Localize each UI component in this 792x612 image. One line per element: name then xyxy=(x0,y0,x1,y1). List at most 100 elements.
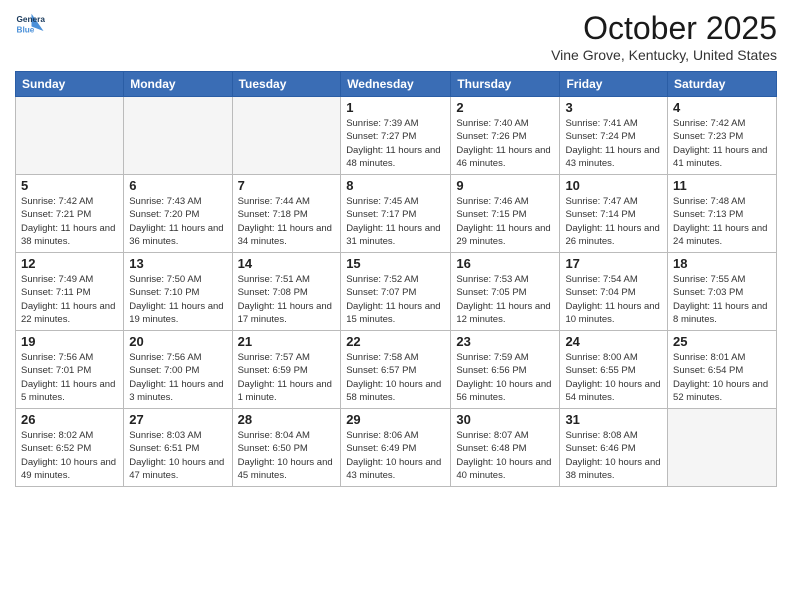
day-number: 19 xyxy=(21,334,118,349)
calendar-day-cell: 29 Sunrise: 8:06 AM Sunset: 6:49 PM Dayli… xyxy=(341,409,451,487)
day-info: Sunrise: 7:54 AM Sunset: 7:04 PM Dayligh… xyxy=(565,273,662,326)
day-number: 24 xyxy=(565,334,662,349)
weekday-header: Thursday xyxy=(451,72,560,97)
day-number: 29 xyxy=(346,412,445,427)
weekday-header: Wednesday xyxy=(341,72,451,97)
day-info: Sunrise: 7:52 AM Sunset: 7:07 PM Dayligh… xyxy=(346,273,445,326)
calendar-day-cell xyxy=(668,409,777,487)
calendar-day-cell: 6Sunrise: 7:43 AM Sunset: 7:20 PM Daylig… xyxy=(124,175,232,253)
day-number: 8 xyxy=(346,178,445,193)
weekday-header-row: SundayMondayTuesdayWednesdayThursdayFrid… xyxy=(16,72,777,97)
day-info: Sunrise: 8:04 AM Sunset: 6:50 PM Dayligh… xyxy=(238,429,336,482)
day-info: Sunrise: 8:03 AM Sunset: 6:51 PM Dayligh… xyxy=(129,429,226,482)
logo-icon: General Blue xyxy=(15,10,45,40)
calendar-day-cell: 31 Sunrise: 8:08 AM Sunset: 6:46 PM Dayli… xyxy=(560,409,668,487)
calendar-day-cell: 3 Sunrise: 7:41 AM Sunset: 7:24 PM Daylig… xyxy=(560,97,668,175)
calendar-day-cell: 25 Sunrise: 8:01 AM Sunset: 6:54 PM Dayli… xyxy=(668,331,777,409)
month-title: October 2025 xyxy=(551,10,777,47)
weekday-header: Saturday xyxy=(668,72,777,97)
day-info: Sunrise: 7:59 AM Sunset: 6:56 PM Dayligh… xyxy=(456,351,554,404)
day-info: Sunrise: 7:49 AM Sunset: 7:11 PM Dayligh… xyxy=(21,273,118,326)
calendar-table: SundayMondayTuesdayWednesdayThursdayFrid… xyxy=(15,71,777,487)
calendar-day-cell: 18Sunrise: 7:55 AM Sunset: 7:03 PM Dayli… xyxy=(668,253,777,331)
day-info: Sunrise: 8:08 AM Sunset: 6:46 PM Dayligh… xyxy=(565,429,662,482)
calendar-day-cell: 8 Sunrise: 7:45 AM Sunset: 7:17 PM Daylig… xyxy=(341,175,451,253)
calendar-day-cell: 13 Sunrise: 7:50 AM Sunset: 7:10 PM Dayli… xyxy=(124,253,232,331)
day-info: Sunrise: 8:01 AM Sunset: 6:54 PM Dayligh… xyxy=(673,351,771,404)
calendar-day-cell: 17 Sunrise: 7:54 AM Sunset: 7:04 PM Dayli… xyxy=(560,253,668,331)
calendar-day-cell: 30Sunrise: 8:07 AM Sunset: 6:48 PM Dayli… xyxy=(451,409,560,487)
day-info: Sunrise: 7:45 AM Sunset: 7:17 PM Dayligh… xyxy=(346,195,445,248)
calendar-day-cell: 16 Sunrise: 7:53 AM Sunset: 7:05 PM Dayli… xyxy=(451,253,560,331)
subtitle: Vine Grove, Kentucky, United States xyxy=(551,47,777,63)
page: General Blue October 2025 Vine Grove, Ke… xyxy=(0,0,792,612)
calendar-day-cell: 14Sunrise: 7:51 AM Sunset: 7:08 PM Dayli… xyxy=(232,253,341,331)
day-number: 3 xyxy=(565,100,662,115)
calendar-day-cell: 27 Sunrise: 8:03 AM Sunset: 6:51 PM Dayli… xyxy=(124,409,232,487)
calendar-day-cell: 5 Sunrise: 7:42 AM Sunset: 7:21 PM Daylig… xyxy=(16,175,124,253)
calendar-day-cell: 19 Sunrise: 7:56 AM Sunset: 7:01 PM Dayli… xyxy=(16,331,124,409)
day-info: Sunrise: 7:39 AM Sunset: 7:27 PM Dayligh… xyxy=(346,117,445,170)
calendar-day-cell: 15 Sunrise: 7:52 AM Sunset: 7:07 PM Dayli… xyxy=(341,253,451,331)
calendar-week-row: 19 Sunrise: 7:56 AM Sunset: 7:01 PM Dayli… xyxy=(16,331,777,409)
calendar-day-cell: 9Sunrise: 7:46 AM Sunset: 7:15 PM Daylig… xyxy=(451,175,560,253)
day-number: 17 xyxy=(565,256,662,271)
calendar-day-cell: 1 Sunrise: 7:39 AM Sunset: 7:27 PM Daylig… xyxy=(341,97,451,175)
calendar-day-cell: 22 Sunrise: 7:58 AM Sunset: 6:57 PM Dayli… xyxy=(341,331,451,409)
calendar-day-cell: 21 Sunrise: 7:57 AM Sunset: 6:59 PM Dayli… xyxy=(232,331,341,409)
calendar-day-cell xyxy=(232,97,341,175)
day-number: 10 xyxy=(565,178,662,193)
svg-text:Blue: Blue xyxy=(17,26,35,35)
calendar-day-cell: 24 Sunrise: 8:00 AM Sunset: 6:55 PM Dayli… xyxy=(560,331,668,409)
day-info: Sunrise: 8:06 AM Sunset: 6:49 PM Dayligh… xyxy=(346,429,445,482)
calendar-day-cell: 28 Sunrise: 8:04 AM Sunset: 6:50 PM Dayli… xyxy=(232,409,341,487)
day-info: Sunrise: 7:58 AM Sunset: 6:57 PM Dayligh… xyxy=(346,351,445,404)
day-info: Sunrise: 7:41 AM Sunset: 7:24 PM Dayligh… xyxy=(565,117,662,170)
day-info: Sunrise: 7:53 AM Sunset: 7:05 PM Dayligh… xyxy=(456,273,554,326)
day-number: 7 xyxy=(238,178,336,193)
day-number: 1 xyxy=(346,100,445,115)
calendar-day-cell: 11 Sunrise: 7:48 AM Sunset: 7:13 PM Dayli… xyxy=(668,175,777,253)
day-info: Sunrise: 8:02 AM Sunset: 6:52 PM Dayligh… xyxy=(21,429,118,482)
day-info: Sunrise: 7:43 AM Sunset: 7:20 PM Dayligh… xyxy=(129,195,226,248)
day-info: Sunrise: 8:00 AM Sunset: 6:55 PM Dayligh… xyxy=(565,351,662,404)
day-number: 13 xyxy=(129,256,226,271)
day-number: 16 xyxy=(456,256,554,271)
calendar-day-cell xyxy=(124,97,232,175)
day-info: Sunrise: 7:51 AM Sunset: 7:08 PM Dayligh… xyxy=(238,273,336,326)
day-number: 27 xyxy=(129,412,226,427)
day-number: 15 xyxy=(346,256,445,271)
day-number: 22 xyxy=(346,334,445,349)
calendar-day-cell: 23 Sunrise: 7:59 AM Sunset: 6:56 PM Dayli… xyxy=(451,331,560,409)
day-info: Sunrise: 7:48 AM Sunset: 7:13 PM Dayligh… xyxy=(673,195,771,248)
logo: General Blue xyxy=(15,10,45,40)
day-number: 31 xyxy=(565,412,662,427)
calendar-day-cell: 7Sunrise: 7:44 AM Sunset: 7:18 PM Daylig… xyxy=(232,175,341,253)
calendar-week-row: 1 Sunrise: 7:39 AM Sunset: 7:27 PM Daylig… xyxy=(16,97,777,175)
calendar-week-row: 5 Sunrise: 7:42 AM Sunset: 7:21 PM Daylig… xyxy=(16,175,777,253)
day-info: Sunrise: 7:42 AM Sunset: 7:21 PM Dayligh… xyxy=(21,195,118,248)
calendar-day-cell: 20Sunrise: 7:56 AM Sunset: 7:00 PM Dayli… xyxy=(124,331,232,409)
day-info: Sunrise: 7:47 AM Sunset: 7:14 PM Dayligh… xyxy=(565,195,662,248)
day-info: Sunrise: 7:55 AM Sunset: 7:03 PM Dayligh… xyxy=(673,273,771,326)
day-number: 28 xyxy=(238,412,336,427)
day-number: 26 xyxy=(21,412,118,427)
day-info: Sunrise: 7:46 AM Sunset: 7:15 PM Dayligh… xyxy=(456,195,554,248)
day-number: 2 xyxy=(456,100,554,115)
calendar-day-cell: 10 Sunrise: 7:47 AM Sunset: 7:14 PM Dayli… xyxy=(560,175,668,253)
calendar-day-cell: 4Sunrise: 7:42 AM Sunset: 7:23 PM Daylig… xyxy=(668,97,777,175)
calendar-day-cell: 12Sunrise: 7:49 AM Sunset: 7:11 PM Dayli… xyxy=(16,253,124,331)
day-number: 11 xyxy=(673,178,771,193)
header: General Blue October 2025 Vine Grove, Ke… xyxy=(15,10,777,63)
day-number: 21 xyxy=(238,334,336,349)
day-info: Sunrise: 7:40 AM Sunset: 7:26 PM Dayligh… xyxy=(456,117,554,170)
day-info: Sunrise: 7:50 AM Sunset: 7:10 PM Dayligh… xyxy=(129,273,226,326)
day-info: Sunrise: 7:56 AM Sunset: 7:01 PM Dayligh… xyxy=(21,351,118,404)
calendar-day-cell xyxy=(16,97,124,175)
day-number: 5 xyxy=(21,178,118,193)
day-number: 23 xyxy=(456,334,554,349)
weekday-header: Sunday xyxy=(16,72,124,97)
day-number: 25 xyxy=(673,334,771,349)
day-info: Sunrise: 7:56 AM Sunset: 7:00 PM Dayligh… xyxy=(129,351,226,404)
day-info: Sunrise: 7:57 AM Sunset: 6:59 PM Dayligh… xyxy=(238,351,336,404)
